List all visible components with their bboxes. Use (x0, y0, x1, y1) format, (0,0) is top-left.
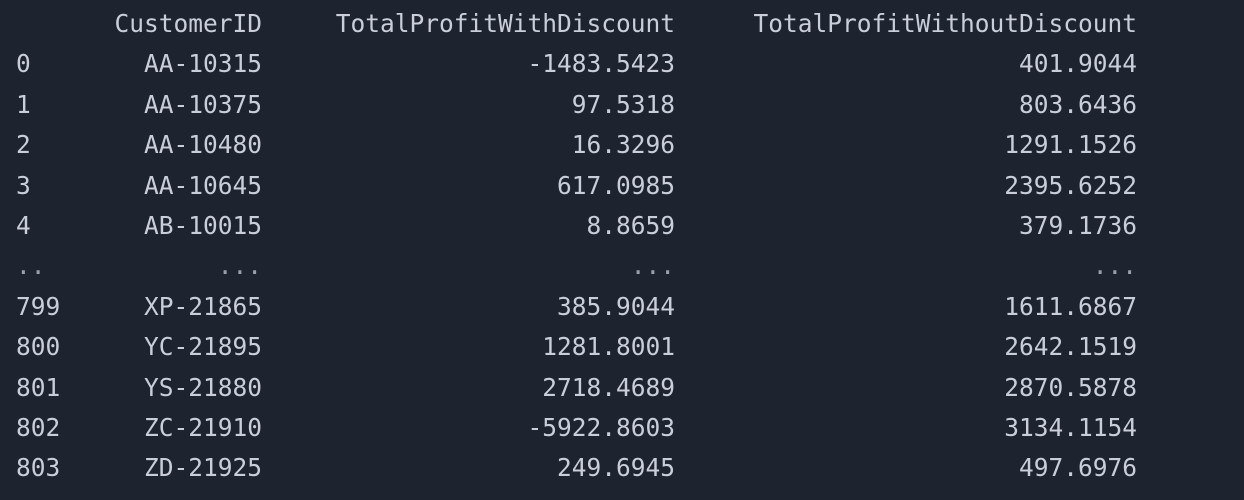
profit-without-discount-cell: 2870.5878 (1004, 372, 1137, 402)
dataframe-table: CustomerID TotalProfitWithDiscount Total… (0, 4, 1137, 489)
profit-without-discount-cell: 1611.6867 (1004, 291, 1137, 321)
profit-without-discount-cell: ... (1092, 251, 1137, 281)
profit-with-discount-cell: 2718.4689 (542, 372, 675, 402)
row-index: 4 (16, 211, 31, 241)
ellipsis-row: .. ... ... ... (0, 246, 1137, 286)
table-row: 3 AA-10645 617.0985 2395.6252 (0, 166, 1137, 206)
profit-without-discount-cell: 2642.1519 (1004, 332, 1137, 362)
customer-id-cell: ... (217, 251, 262, 281)
profit-without-discount-cell: 1291.1526 (1004, 130, 1137, 160)
row-index: 800 (16, 332, 61, 362)
header-total-profit-with-discount: TotalProfitWithDiscount (335, 9, 675, 38)
dataframe-output: CustomerID TotalProfitWithDiscount Total… (0, 0, 1244, 500)
header-customer-id: CustomerID (114, 9, 262, 38)
header-row: CustomerID TotalProfitWithDiscount Total… (0, 4, 1137, 44)
profit-with-discount-cell: 385.9044 (556, 291, 675, 321)
profit-without-discount-cell: 3134.1154 (1004, 413, 1137, 443)
profit-without-discount-cell: 803.6436 (1018, 89, 1137, 119)
row-index: 799 (16, 291, 61, 321)
table-row: 801 YS-21880 2718.4689 2870.5878 (0, 368, 1137, 408)
table-row: 802 ZC-21910 -5922.8603 3134.1154 (0, 408, 1137, 448)
customer-id-cell: YC-21895 (143, 332, 262, 362)
row-index: 801 (16, 372, 61, 402)
row-index: 803 (16, 453, 61, 483)
profit-with-discount-cell: 249.6945 (556, 453, 675, 483)
row-index: 3 (16, 170, 31, 200)
profit-without-discount-cell: 401.9044 (1018, 49, 1137, 79)
profit-with-discount-cell: -1483.5423 (527, 49, 675, 79)
profit-without-discount-cell: 497.6976 (1018, 453, 1137, 483)
customer-id-cell: AA-10480 (143, 130, 262, 160)
table-row: 4 AB-10015 8.8659 379.1736 (0, 206, 1137, 246)
table-row: 799 XP-21865 385.9044 1611.6867 (0, 287, 1137, 327)
row-index: 2 (16, 130, 31, 160)
row-index: 802 (16, 413, 61, 443)
profit-with-discount-cell: 97.5318 (571, 89, 675, 119)
table-row: 1 AA-10375 97.5318 803.6436 (0, 85, 1137, 125)
table-row: 2 AA-10480 16.3296 1291.1526 (0, 125, 1137, 165)
header-total-profit-without-discount: TotalProfitWithoutDiscount (753, 9, 1137, 38)
profit-with-discount-cell: 16.3296 (571, 130, 675, 160)
profit-with-discount-cell: 8.8659 (586, 211, 675, 241)
row-index: 0 (16, 49, 31, 79)
row-index: .. (16, 251, 46, 281)
row-index: 1 (16, 89, 31, 119)
customer-id-cell: AA-10375 (143, 89, 262, 119)
customer-id-cell: AB-10015 (143, 211, 262, 241)
customer-id-cell: ZD-21925 (143, 453, 262, 483)
table-row: 0 AA-10315 -1483.5423 401.9044 (0, 44, 1137, 84)
profit-with-discount-cell: -5922.8603 (527, 413, 675, 443)
table-row: 800 YC-21895 1281.8001 2642.1519 (0, 327, 1137, 367)
profit-without-discount-cell: 2395.6252 (1004, 170, 1137, 200)
profit-with-discount-cell: 617.0985 (556, 170, 675, 200)
customer-id-cell: ZC-21910 (143, 413, 262, 443)
customer-id-cell: YS-21880 (143, 372, 262, 402)
customer-id-cell: AA-10645 (143, 170, 262, 200)
profit-with-discount-cell: ... (630, 251, 675, 281)
header-index (0, 4, 114, 44)
profit-with-discount-cell: 1281.8001 (542, 332, 675, 362)
customer-id-cell: XP-21865 (143, 291, 262, 321)
table-row: 803 ZD-21925 249.6945 497.6976 (0, 448, 1137, 488)
customer-id-cell: AA-10315 (143, 49, 262, 79)
profit-without-discount-cell: 379.1736 (1018, 211, 1137, 241)
